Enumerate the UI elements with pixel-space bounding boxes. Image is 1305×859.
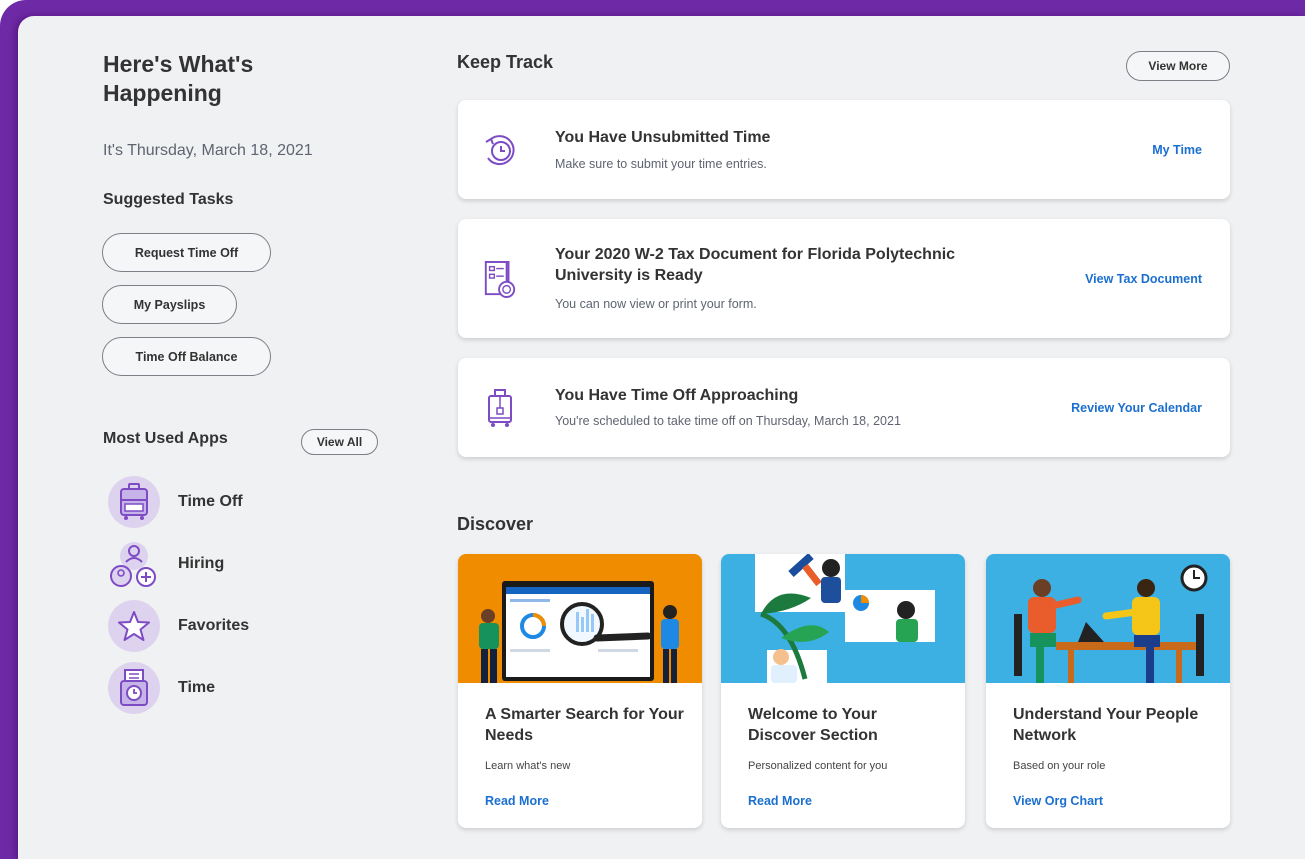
app-hiring[interactable]: Hiring <box>108 538 224 590</box>
card-title: Welcome to Your Discover Section <box>748 706 878 744</box>
my-payslips-button[interactable]: My Payslips <box>102 285 237 324</box>
card-title: You Have Unsubmitted Time <box>555 129 771 146</box>
card-title: Your 2020 W-2 Tax Document for Florida P… <box>555 246 956 284</box>
search-illustration <box>458 554 702 683</box>
app-time-off[interactable]: Time Off <box>108 476 243 528</box>
time-clock-icon <box>108 662 160 714</box>
my-time-link[interactable]: My Time <box>1152 143 1202 157</box>
card-description: You can now view or print your form. <box>555 297 757 311</box>
view-org-chart-link[interactable]: View Org Chart <box>1013 794 1103 808</box>
hiring-people-icon <box>108 538 160 590</box>
view-tax-document-link[interactable]: View Tax Document <box>1085 272 1202 286</box>
current-date: It's Thursday, March 18, 2021 <box>103 142 313 159</box>
discover-card-people-network[interactable]: Understand Your People Network Based on … <box>986 554 1230 828</box>
most-used-apps-heading: Most Used Apps <box>103 430 228 447</box>
star-icon <box>108 600 160 652</box>
card-description: Make sure to submit your time entries. <box>555 157 767 171</box>
card-description: Based on your role <box>1013 760 1106 772</box>
clock-refresh-icon <box>482 128 518 172</box>
keep-track-heading: Keep Track <box>457 52 554 72</box>
keep-track-card-tax-document[interactable]: Your 2020 W-2 Tax Document for Florida P… <box>458 219 1230 338</box>
people-network-illustration <box>986 554 1230 683</box>
suitcase-icon <box>482 386 518 430</box>
app-label: Time <box>178 679 216 696</box>
discover-card-smarter-search[interactable]: A Smarter Search for Your Needs Learn wh… <box>458 554 702 828</box>
view-more-button[interactable]: View More <box>1126 51 1230 81</box>
read-more-link[interactable]: Read More <box>748 794 812 808</box>
read-more-link[interactable]: Read More <box>485 794 549 808</box>
review-your-calendar-link[interactable]: Review Your Calendar <box>1071 401 1202 415</box>
tax-document-icon <box>482 257 518 301</box>
discover-card-welcome[interactable]: Welcome to Your Discover Section Persona… <box>721 554 965 828</box>
app-label: Hiring <box>178 555 225 572</box>
suggested-tasks-heading: Suggested Tasks <box>103 191 234 208</box>
card-description: Learn what's new <box>485 760 571 772</box>
app-label: Favorites <box>178 617 250 634</box>
card-description: Personalized content for you <box>748 760 888 772</box>
keep-track-card-time-off[interactable]: You Have Time Off Approaching You're sch… <box>458 358 1230 457</box>
time-off-balance-button[interactable]: Time Off Balance <box>102 337 271 376</box>
card-title: A Smarter Search for Your Needs <box>485 706 684 744</box>
app-favorites[interactable]: Favorites <box>108 600 249 652</box>
discover-heading: Discover <box>457 514 534 534</box>
suitcase-icon <box>108 476 160 528</box>
page-title: Here's What's Happening <box>103 51 254 106</box>
app-time[interactable]: Time <box>108 662 215 714</box>
view-all-button[interactable]: View All <box>301 429 378 455</box>
discover-illustration <box>721 554 965 683</box>
card-description: You're scheduled to take time off on Thu… <box>555 414 901 428</box>
keep-track-card-unsubmitted-time[interactable]: You Have Unsubmitted Time Make sure to s… <box>458 100 1230 199</box>
app-frame: Here's What's Happening It's Thursday, M… <box>0 0 1305 859</box>
card-title: You Have Time Off Approaching <box>555 387 799 404</box>
card-title: Understand Your People Network <box>1013 706 1199 744</box>
app-label: Time Off <box>178 493 243 510</box>
request-time-off-button[interactable]: Request Time Off <box>102 233 271 272</box>
